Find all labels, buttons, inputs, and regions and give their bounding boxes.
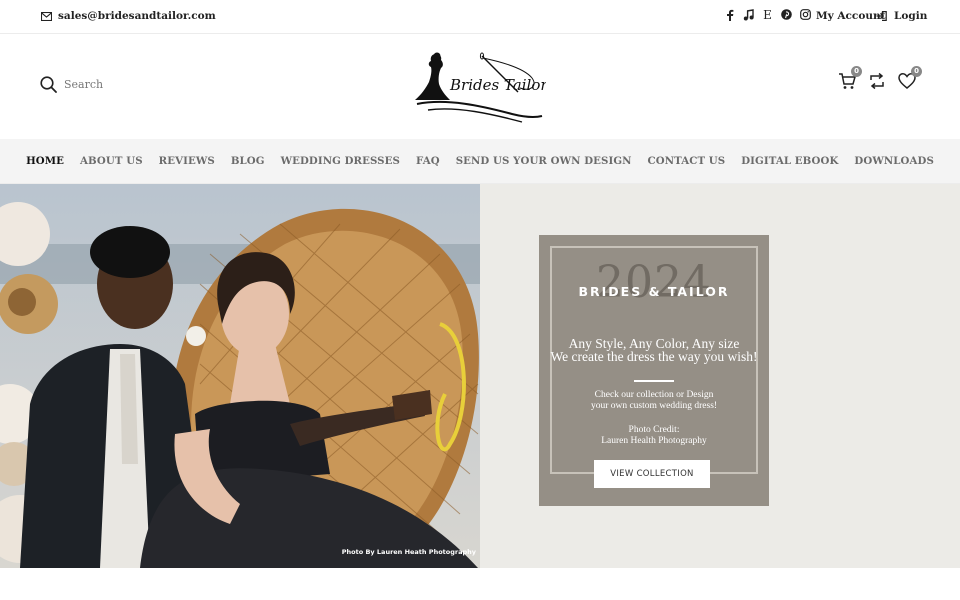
promo-credit-label: Photo Credit: (628, 425, 680, 435)
email-text: sales@bridesandtailor.com (58, 10, 216, 22)
main-nav: HOME ABOUT US REVIEWS BLOG WEDDING DRESS… (0, 139, 960, 184)
nav-item-reviews[interactable]: REVIEWS (159, 155, 215, 167)
nav-item-wedding-dresses[interactable]: WEDDING DRESSES (281, 155, 400, 167)
cart-count-badge: 0 (851, 66, 862, 77)
promo-card: 2024 BRIDES & TAILOR Any Style, Any Colo… (539, 235, 769, 506)
nav-item-downloads[interactable]: DOWNLOADS (854, 155, 934, 167)
promo-check-2: your own custom wedding dress! (590, 401, 718, 411)
login-link[interactable]: Login (876, 10, 927, 22)
view-collection-button[interactable]: VIEW COLLECTION (594, 460, 710, 488)
nav-item-home[interactable]: HOME (26, 155, 64, 167)
nav-item-about-us[interactable]: ABOUT US (80, 155, 143, 167)
instagram-icon[interactable] (800, 9, 811, 22)
promo-brand: BRIDES & TAILOR (578, 284, 730, 299)
search-box[interactable]: Search (40, 76, 103, 93)
mail-icon (41, 11, 52, 21)
promo-tagline-2: We create the dress the way you wish! (550, 349, 758, 364)
cart-button[interactable]: 0 (838, 66, 862, 90)
etsy-icon[interactable]: E (762, 9, 773, 22)
promo-check-1: Check our collection or Design (594, 390, 714, 400)
tiktok-icon[interactable] (743, 9, 754, 22)
nav-item-blog[interactable]: BLOG (231, 155, 265, 167)
pinterest-icon[interactable] (781, 9, 792, 22)
login-icon (876, 11, 887, 21)
social-links: E (724, 9, 811, 22)
promo-year: 2024 (596, 257, 712, 308)
search-icon[interactable] (40, 76, 57, 93)
nav-item-send-design[interactable]: SEND US YOUR OWN DESIGN (456, 155, 632, 167)
promo-credit-name: Lauren Health Photography (601, 436, 707, 446)
nav-item-digital-ebook[interactable]: DIGITAL EBOOK (741, 155, 838, 167)
photo-credit-overlay: Photo By Lauren Heath Photography (341, 548, 476, 556)
top-bar: sales@bridesandtailor.com E My Account L… (0, 0, 960, 34)
compare-icon (870, 72, 884, 90)
site-logo[interactable]: Brides Tailor (412, 48, 548, 126)
facebook-icon[interactable] (724, 9, 735, 22)
wishlist-button[interactable]: 0 (898, 66, 922, 90)
search-placeholder[interactable]: Search (64, 78, 103, 91)
email-link[interactable]: sales@bridesandtailor.com (41, 10, 216, 22)
login-label: Login (894, 10, 928, 22)
promo-divider (634, 380, 674, 382)
wishlist-count-badge: 0 (911, 66, 922, 77)
logo-text: Brides Tailor (449, 76, 546, 94)
nav-item-contact-us[interactable]: CONTACT US (648, 155, 726, 167)
hero-banner: Photo By Lauren Heath Photography 2024 B… (0, 184, 960, 568)
header-actions: 0 0 (838, 66, 922, 90)
hero-photo: Photo By Lauren Heath Photography (0, 184, 480, 568)
site-header: Search Brides Tailor 0 0 (0, 34, 960, 139)
compare-button[interactable] (868, 72, 886, 90)
nav-item-faq[interactable]: FAQ (416, 155, 440, 167)
